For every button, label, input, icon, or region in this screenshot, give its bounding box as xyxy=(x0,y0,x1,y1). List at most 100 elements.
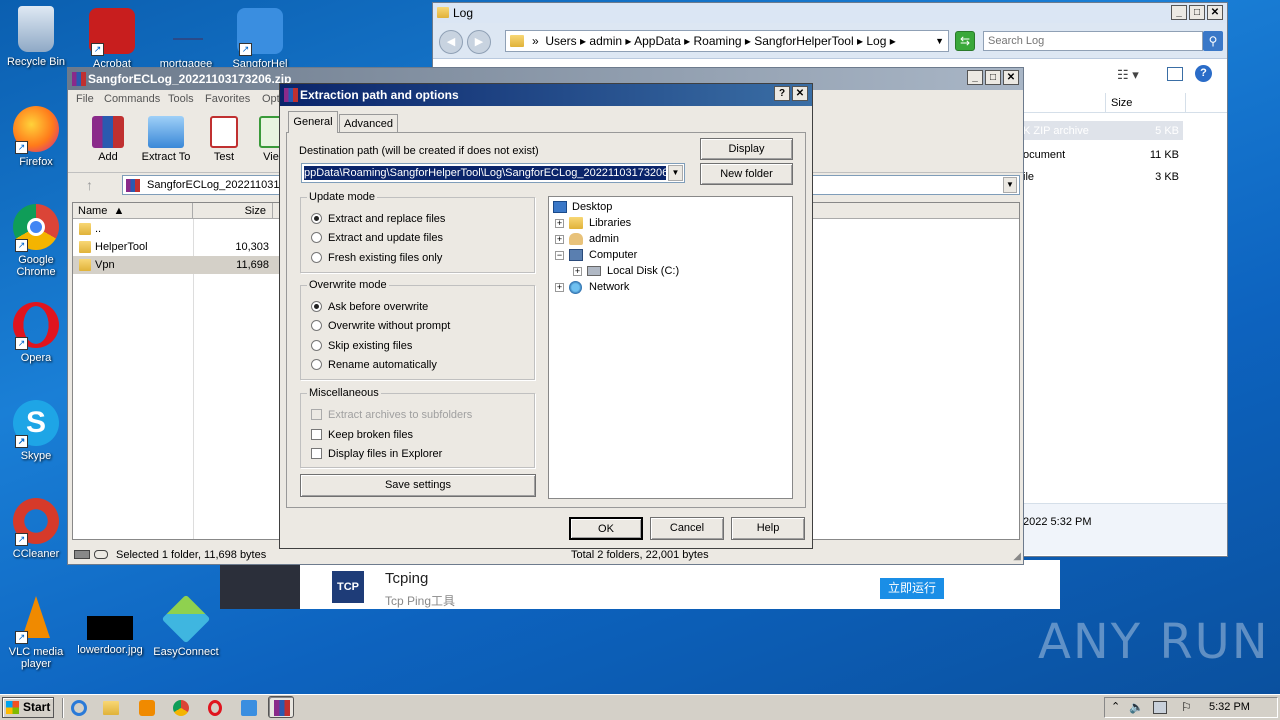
search-input[interactable] xyxy=(983,31,1203,51)
expand-icon[interactable]: + xyxy=(573,267,582,276)
desktop-icon-lowerdoor[interactable]: lowerdoor.jpg xyxy=(72,596,148,656)
refresh-button[interactable]: ⇆ xyxy=(955,31,975,51)
close-button[interactable]: ✕ xyxy=(1207,5,1223,20)
minimize-button[interactable]: _ xyxy=(1171,5,1187,20)
resize-grip[interactable]: ◢ xyxy=(1013,548,1021,566)
list-item[interactable]: HelperTool 10,303 xyxy=(73,238,279,256)
ad-run-button[interactable]: 立即运行 xyxy=(880,578,944,599)
overwrite-option-skip[interactable]: Skip existing files xyxy=(311,338,412,354)
column-size[interactable]: Size xyxy=(193,203,273,219)
search-icon[interactable]: ⚲ xyxy=(1203,31,1223,51)
misc-option-keep-broken[interactable]: Keep broken files xyxy=(311,427,413,443)
address-bar[interactable]: » Users ▸ admin ▸ AppData ▸ Roaming ▸ Sa… xyxy=(505,30,949,52)
tree-item-libraries[interactable]: + Libraries xyxy=(555,215,631,231)
checkbox[interactable] xyxy=(311,448,322,459)
help-dialog-button[interactable]: Help xyxy=(731,517,805,540)
maximize-button[interactable]: □ xyxy=(985,70,1001,85)
chevron-down-icon[interactable]: ▼ xyxy=(935,31,944,51)
expand-icon[interactable]: + xyxy=(555,283,564,292)
tree-item-desktop[interactable]: Desktop xyxy=(553,199,612,215)
toolbar-test[interactable]: Test xyxy=(202,116,246,163)
explorer-taskbar-icon[interactable] xyxy=(98,697,124,719)
close-button[interactable]: ✕ xyxy=(1003,70,1019,85)
close-button[interactable]: ✕ xyxy=(792,86,808,101)
overwrite-option-rename[interactable]: Rename automatically xyxy=(311,357,437,373)
tab-advanced[interactable]: Advanced xyxy=(339,114,398,133)
radio[interactable] xyxy=(311,340,322,351)
sangfor-taskbar-icon[interactable] xyxy=(236,697,262,719)
up-arrow-icon[interactable]: ↑ xyxy=(86,177,93,193)
update-option-replace[interactable]: Extract and replace files xyxy=(311,211,445,227)
chevron-down-icon[interactable]: ▼ xyxy=(668,165,683,181)
minimize-button[interactable]: _ xyxy=(967,70,983,85)
toolbar-add[interactable]: Add xyxy=(86,116,130,163)
toolbar-extract-to[interactable]: Extract To xyxy=(138,116,194,163)
help-button[interactable]: ? xyxy=(774,86,790,101)
file-row[interactable]: K ZIP archive 5 KB xyxy=(1023,121,1183,140)
radio-selected[interactable] xyxy=(311,301,322,312)
radio-selected[interactable] xyxy=(311,213,322,224)
flag-icon[interactable]: ⚐ xyxy=(1181,700,1192,714)
ie-taskbar-icon[interactable] xyxy=(66,697,92,719)
menu-favorites[interactable]: Favorites xyxy=(205,90,250,108)
desktop-icon-firefox[interactable]: ↗ Firefox xyxy=(0,106,74,168)
desktop-icon-acrobat[interactable]: ↗ Acrobat xyxy=(74,8,150,70)
menu-tools[interactable]: Tools xyxy=(168,90,194,108)
overwrite-option-ask[interactable]: Ask before overwrite xyxy=(311,299,428,315)
collapse-icon[interactable]: − xyxy=(555,251,564,260)
breadcrumb-item[interactable]: Roaming xyxy=(694,34,742,48)
update-option-update[interactable]: Extract and update files xyxy=(311,230,443,246)
breadcrumb-item[interactable]: AppData xyxy=(634,34,681,48)
tree-item-admin[interactable]: + admin xyxy=(555,231,619,247)
breadcrumb-item[interactable]: admin xyxy=(589,34,622,48)
dest-path-field[interactable]: ppData\Roaming\SangforHelperTool\Log\San… xyxy=(301,163,685,183)
desktop-icon-sangforhel[interactable]: ↗ SangforHel xyxy=(222,8,298,70)
display-button[interactable]: Display xyxy=(700,138,793,160)
chevron-down-icon[interactable]: ▼ xyxy=(1003,177,1017,193)
misc-option-display-explorer[interactable]: Display files in Explorer xyxy=(311,446,442,462)
tree-item-computer[interactable]: − Computer xyxy=(555,247,637,263)
expand-icon[interactable]: + xyxy=(555,235,564,244)
new-folder-button[interactable]: New folder xyxy=(700,163,793,185)
file-row[interactable]: ile 3 KB xyxy=(1023,167,1183,186)
clock[interactable]: 5:32 PM xyxy=(1209,701,1250,713)
start-button[interactable]: Start xyxy=(2,697,54,718)
desktop-icon-chrome[interactable]: ↗ Google Chrome xyxy=(0,204,74,278)
maximize-button[interactable]: □ xyxy=(1189,5,1205,20)
radio[interactable] xyxy=(311,359,322,370)
desktop-icon-ccleaner[interactable]: ↗ CCleaner xyxy=(0,498,74,560)
desktop-icon-recycle-bin[interactable]: Recycle Bin xyxy=(0,6,74,68)
ok-button[interactable]: OK xyxy=(569,517,643,540)
forward-button[interactable]: ▶ xyxy=(467,30,491,54)
breadcrumb-item[interactable]: Users xyxy=(545,34,576,48)
winrar-taskbar-icon[interactable] xyxy=(268,696,294,718)
desktop-icon-easyconnect[interactable]: EasyConnect xyxy=(148,594,224,658)
tab-general[interactable]: General xyxy=(288,111,338,133)
chrome-taskbar-icon[interactable] xyxy=(168,697,194,719)
file-row[interactable]: ocument 11 KB xyxy=(1023,145,1183,164)
media-taskbar-icon[interactable] xyxy=(134,697,160,719)
tree-item-local-disk[interactable]: + Local Disk (C:) xyxy=(573,263,679,279)
overwrite-option-overwrite[interactable]: Overwrite without prompt xyxy=(311,318,450,334)
preview-pane-icon[interactable] xyxy=(1167,67,1183,81)
network-tray-icon[interactable] xyxy=(1153,701,1167,714)
help-icon[interactable]: ? xyxy=(1195,65,1212,82)
folder-tree[interactable]: Desktop + Libraries + admin − Computer +… xyxy=(548,196,793,499)
menu-file[interactable]: File xyxy=(76,90,94,108)
view-options-icon[interactable]: ☷ ▾ xyxy=(1117,67,1139,83)
update-option-fresh[interactable]: Fresh existing files only xyxy=(311,250,442,266)
radio[interactable] xyxy=(311,232,322,243)
desktop-icon-opera[interactable]: ↗ Opera xyxy=(0,302,74,364)
menu-commands[interactable]: Commands xyxy=(104,90,160,108)
breadcrumb-item[interactable]: Log xyxy=(866,34,886,48)
column-name[interactable]: Name ▲ xyxy=(73,203,193,219)
desktop-icon-mortgagee[interactable]: mortgagee xyxy=(148,8,224,70)
breadcrumb-item[interactable]: SangforHelperTool xyxy=(754,34,853,48)
list-item[interactable]: Vpn 11,698 xyxy=(73,256,279,274)
cancel-button[interactable]: Cancel xyxy=(650,517,724,540)
opera-taskbar-icon[interactable] xyxy=(202,697,228,719)
desktop-icon-skype[interactable]: S ↗ Skype xyxy=(0,400,74,462)
radio[interactable] xyxy=(311,320,322,331)
back-button[interactable]: ◀ xyxy=(439,30,463,54)
checkbox[interactable] xyxy=(311,429,322,440)
